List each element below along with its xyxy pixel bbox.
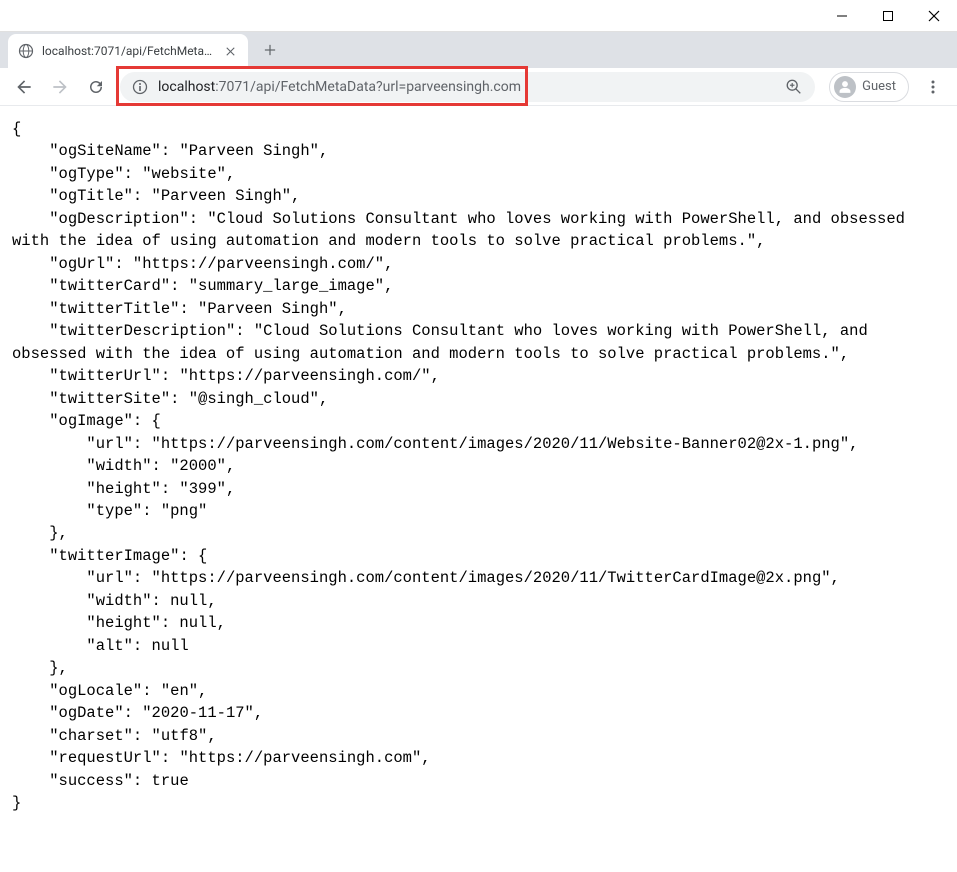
- profile-button[interactable]: Guest: [829, 72, 909, 102]
- tab-bar: localhost:7071/api/FetchMetaDa: [0, 32, 957, 68]
- zoom-icon[interactable]: [785, 78, 803, 96]
- url-text: localhost:7071/api/FetchMetaData?url=par…: [158, 79, 775, 95]
- minimize-button[interactable]: [819, 0, 865, 32]
- back-button[interactable]: [8, 71, 40, 103]
- json-response-body: { "ogSiteName": "Parveen Singh", "ogType…: [0, 106, 957, 827]
- reload-button[interactable]: [80, 71, 112, 103]
- address-bar-wrapper: localhost:7071/api/FetchMetaData?url=par…: [120, 72, 815, 102]
- forward-button[interactable]: [44, 71, 76, 103]
- new-tab-button[interactable]: [256, 36, 284, 64]
- menu-button[interactable]: [917, 71, 949, 103]
- url-host: localhost: [158, 79, 215, 95]
- tab-title: localhost:7071/api/FetchMetaDa: [42, 44, 214, 58]
- browser-tab[interactable]: localhost:7071/api/FetchMetaDa: [8, 34, 248, 68]
- close-window-button[interactable]: [911, 0, 957, 32]
- tab-close-button[interactable]: [222, 43, 238, 59]
- address-bar[interactable]: localhost:7071/api/FetchMetaData?url=par…: [120, 72, 815, 102]
- site-info-icon[interactable]: [132, 79, 148, 95]
- avatar-icon: [834, 76, 856, 98]
- url-path: :7071/api/FetchMetaData?url=parveensingh…: [215, 79, 521, 95]
- globe-icon: [18, 43, 34, 59]
- profile-label: Guest: [862, 79, 896, 94]
- maximize-button[interactable]: [865, 0, 911, 32]
- window-controls: [0, 0, 957, 32]
- browser-toolbar: localhost:7071/api/FetchMetaData?url=par…: [0, 68, 957, 106]
